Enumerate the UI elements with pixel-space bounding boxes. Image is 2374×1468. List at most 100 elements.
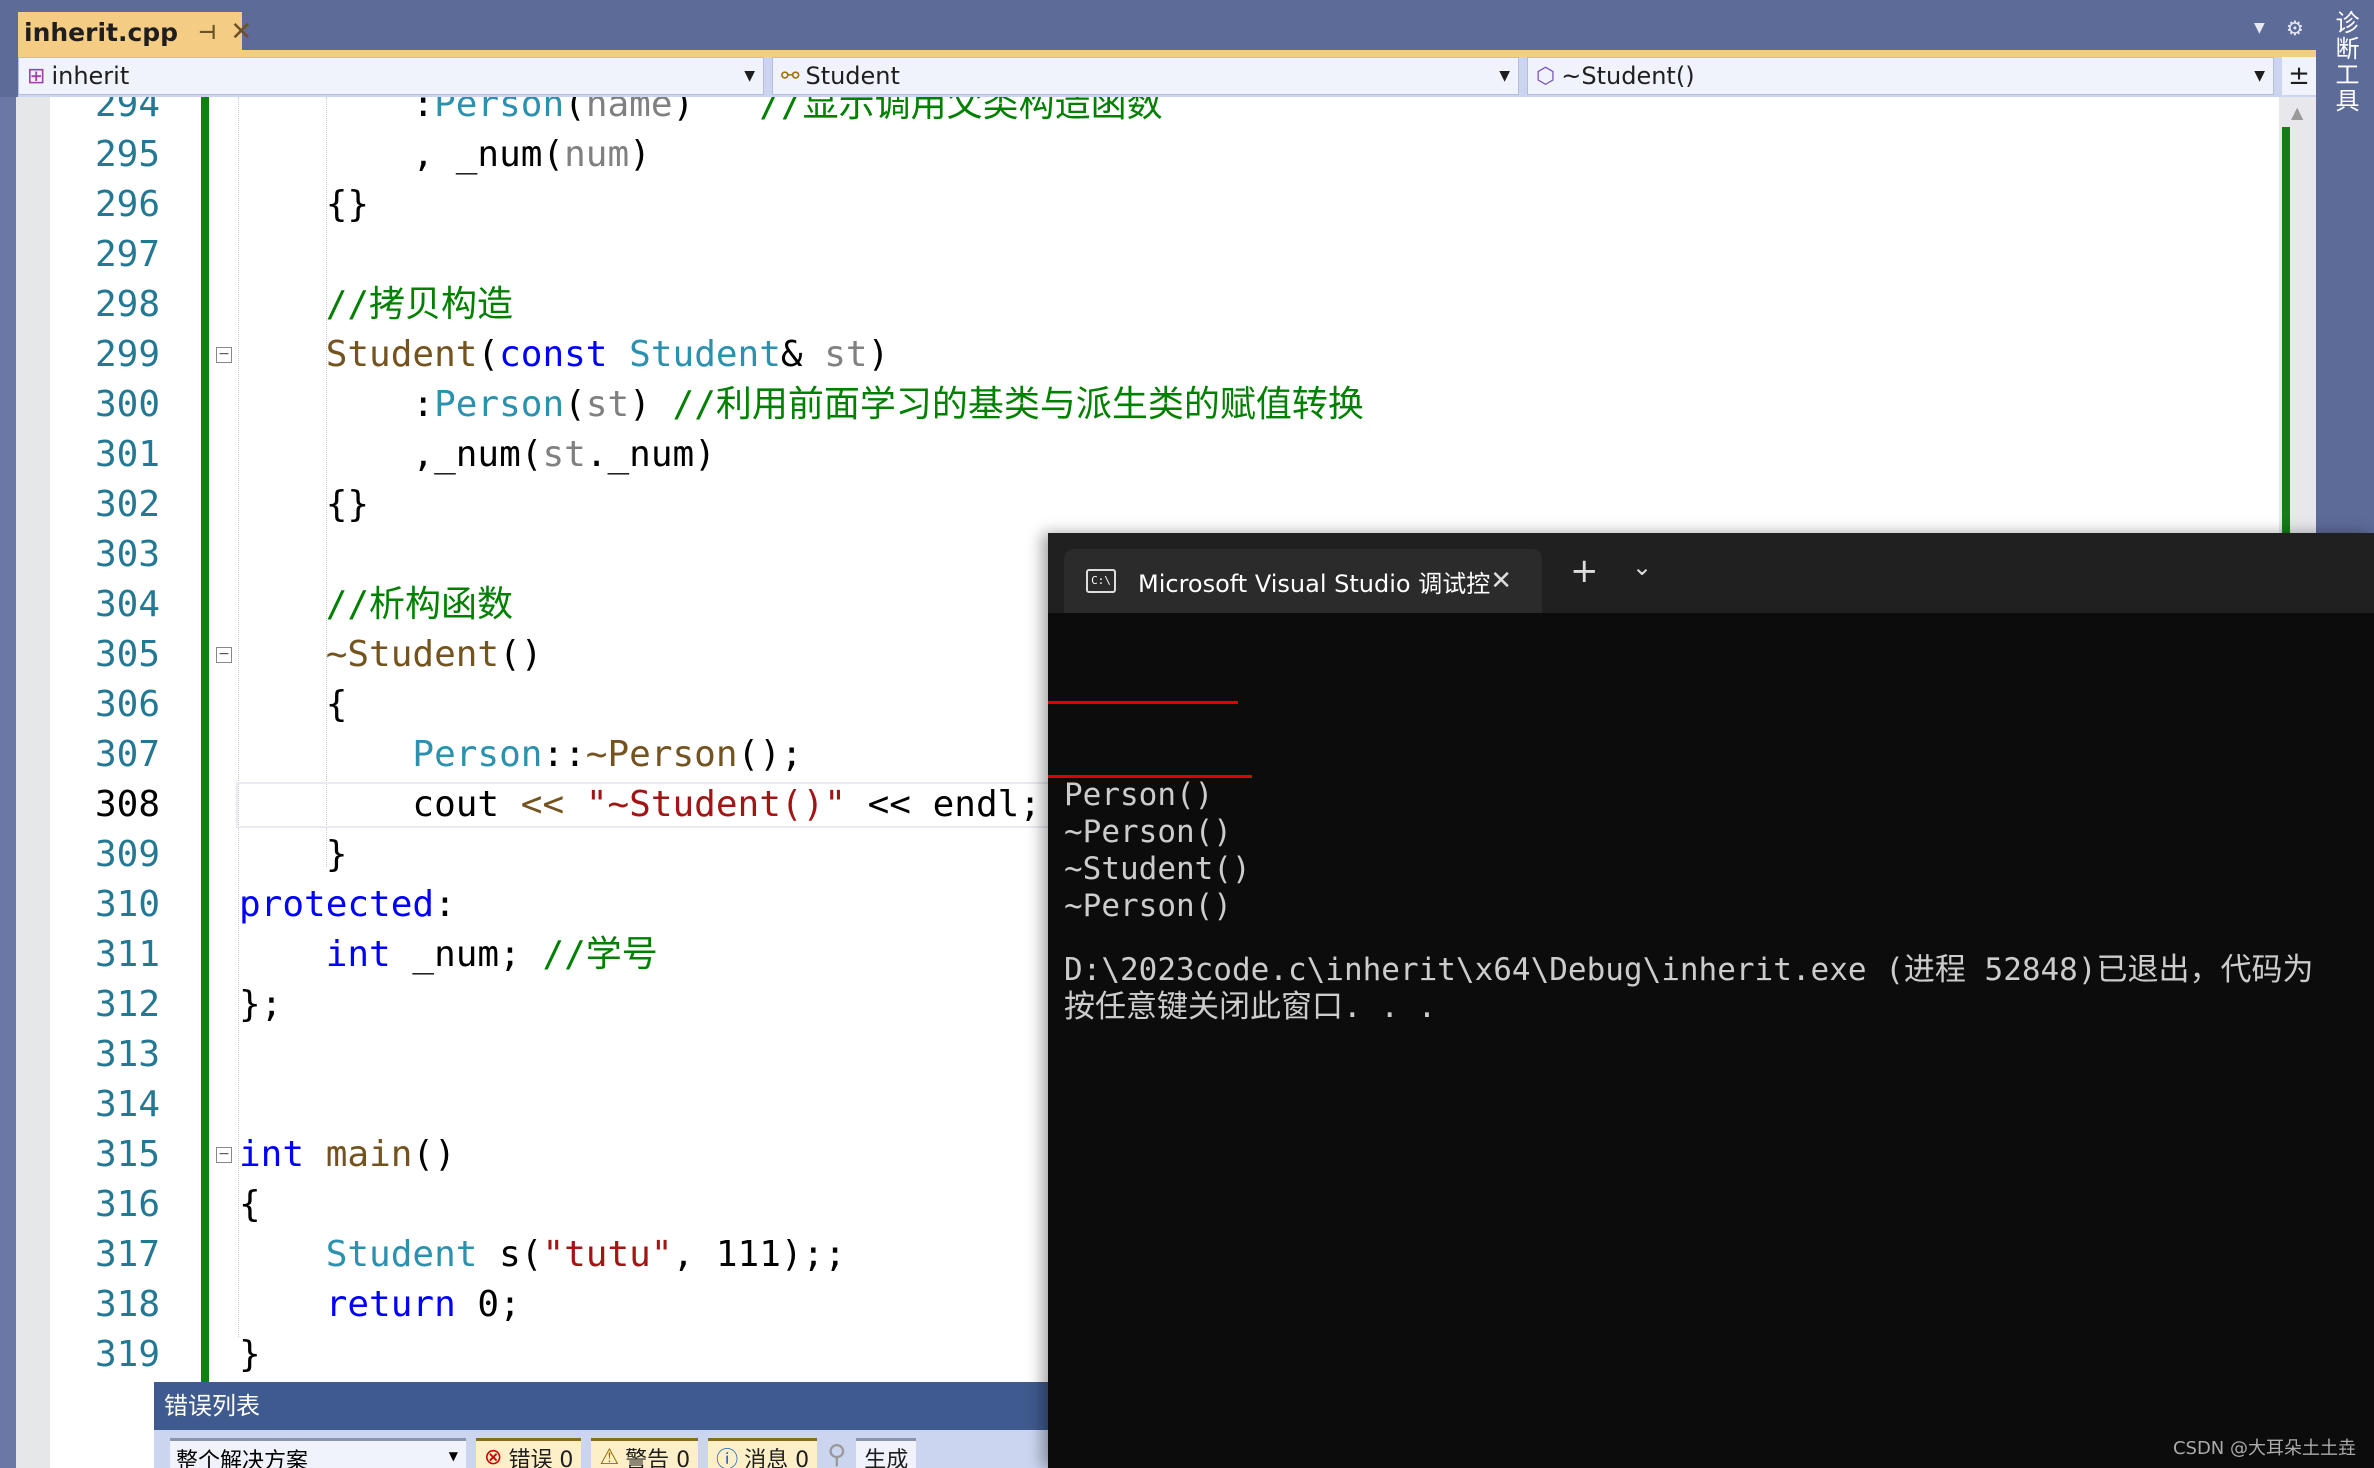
messages-filter-button[interactable]: ⓘ 消息 0 [708,1438,818,1468]
code-token: name [585,97,673,125]
document-tab-bar: inherit.cpp ⊣ ✕ ▼ ⚙ [0,0,2316,56]
scroll-up-icon[interactable]: ▲ [2291,103,2303,122]
code-line[interactable]: 301 ,_num(st._num) [0,430,2279,480]
line-number: 306 [94,684,160,725]
close-icon[interactable]: ✕ [230,17,252,47]
project-label: inherit [51,62,130,90]
chevron-down-icon: ▼ [744,68,756,84]
active-tab-stripe [18,50,2316,57]
collapse-icon[interactable]: − [216,647,232,663]
collapse-icon[interactable]: − [216,347,232,363]
filter-icon[interactable]: ⚲ [827,1438,846,1468]
collapse-icon[interactable]: − [216,1147,232,1163]
console-line: ~Person() [1064,814,1232,850]
code-token: ) [629,134,651,175]
code-token: ( [477,334,500,375]
code-line[interactable]: 296 {} [0,180,2279,230]
code-line[interactable]: 297 [0,230,2279,280]
line-number: 318 [94,1284,160,1325]
code-token: main [325,1134,413,1175]
code-text: {} [239,480,369,530]
gear-icon[interactable]: ⚙ [2286,16,2304,40]
console-line: ~Student() [1064,851,1251,887]
code-token: ( [564,384,586,425]
code-line[interactable]: 300 :Person(st) //利用前面学习的基类与派生类的赋值转换 [0,380,2279,430]
code-line[interactable]: 299− Student(const Student& st) [0,330,2279,380]
code-token: << endl; [845,784,1041,825]
console-line: ~Person() [1064,888,1232,924]
code-token: ~Student [325,634,500,675]
code-text: { [239,680,348,730]
scope-label: 整个解决方案 [176,1449,309,1468]
line-number: 300 [94,384,160,425]
code-text: :Person(name) //显示调用父类构造函数 [239,97,1162,130]
error-icon: ⊗ [484,1445,503,1468]
console-tab[interactable]: C:\ Microsoft Visual Studio 调试控 ✕ [1064,549,1542,613]
code-token: Person [434,97,565,125]
code-token: st [824,334,868,375]
code-text: } [239,830,348,880]
code-text: , _num(num) [239,130,651,180]
pin-icon[interactable]: ⊣ [198,20,216,44]
console-title: Microsoft Visual Studio 调试控 [1138,569,1491,598]
messages-count: 消息 0 [744,1447,810,1468]
debug-console-window[interactable]: C:\ Microsoft Visual Studio 调试控 ✕ + ⌄ Pe… [1048,533,2374,1468]
code-line[interactable]: 294 :Person(name) //显示调用父类构造函数 [0,97,2279,130]
code-text: }; [239,980,282,1030]
line-number: 313 [94,1034,160,1075]
code-token: : [434,884,456,925]
code-token: () [499,634,543,675]
code-token: , 111);; [672,1234,846,1275]
code-text: {} [239,180,369,230]
line-number: 295 [94,134,160,175]
code-text: cout << "~Student()" << endl; [239,780,1041,830]
line-number: 315 [94,1134,160,1175]
new-tab-button[interactable]: + [1570,551,1599,591]
build-filter-dropdown[interactable]: 生成 [856,1438,917,1468]
code-text: { [239,1180,261,1230]
code-line[interactable]: 302 {} [0,480,2279,530]
warnings-filter-button[interactable]: ⚠ 警告 0 [591,1438,699,1468]
code-token: int [239,1134,305,1175]
error-list-panel: 错误列表 整个解决方案 ▼ ⊗ 错误 0 ⚠ 警告 0 ⓘ 消息 0 ⚲ 生成 [154,1382,1048,1468]
code-text: Student s("tutu", 111);; [239,1230,846,1280]
code-token: Person [434,384,565,425]
split-window-button[interactable]: ± [2282,57,2316,95]
code-token: Student [325,1234,478,1275]
line-number: 311 [94,934,160,975]
tab-filename: inherit.cpp [24,17,179,47]
console-line: D:\2023code.c\inherit\x64\Debug\inherit.… [1064,952,2314,988]
tab-list-dropdown-icon[interactable]: ▼ [2254,20,2265,36]
errors-count: 错误 0 [508,1447,574,1468]
diagnostic-tools-label[interactable]: 诊断工具 [2328,10,2363,114]
code-line[interactable]: 295 , _num(num) [0,130,2279,180]
project-dropdown[interactable]: ⊞ inherit ▼ [18,57,765,95]
errors-filter-button[interactable]: ⊗ 错误 0 [476,1438,582,1468]
console-line: 按任意键关闭此窗口. . . [1064,989,1437,1025]
member-dropdown[interactable]: ⬡ ~Student() ▼ [1527,57,2275,95]
code-token: "~Student()" [585,784,846,825]
line-number: 304 [94,584,160,625]
chevron-down-icon: ▼ [1499,68,1511,84]
class-label: Student [805,62,900,90]
code-line[interactable]: 298 //拷贝构造 [0,280,2279,330]
close-icon[interactable]: ✕ [1490,566,1512,596]
code-token: {} [239,184,370,225]
line-number: 309 [94,834,160,875]
tab-dropdown-button[interactable]: ⌄ [1632,553,1652,581]
code-text: } [239,1330,261,1380]
class-icon: ⚯ [781,63,800,89]
tab-inherit-cpp[interactable]: inherit.cpp ⊣ ✕ [18,12,252,52]
scope-dropdown[interactable]: 整个解决方案 ▼ [170,1438,466,1468]
console-output: Person() ~Person() ~Student() ~Person() D:\2… [1048,613,2374,1026]
member-label: ~Student() [1561,62,1695,90]
info-icon: ⓘ [716,1447,739,1468]
class-dropdown[interactable]: ⚯ Student ▼ [772,57,1520,95]
code-token: ,_num( [239,434,543,475]
